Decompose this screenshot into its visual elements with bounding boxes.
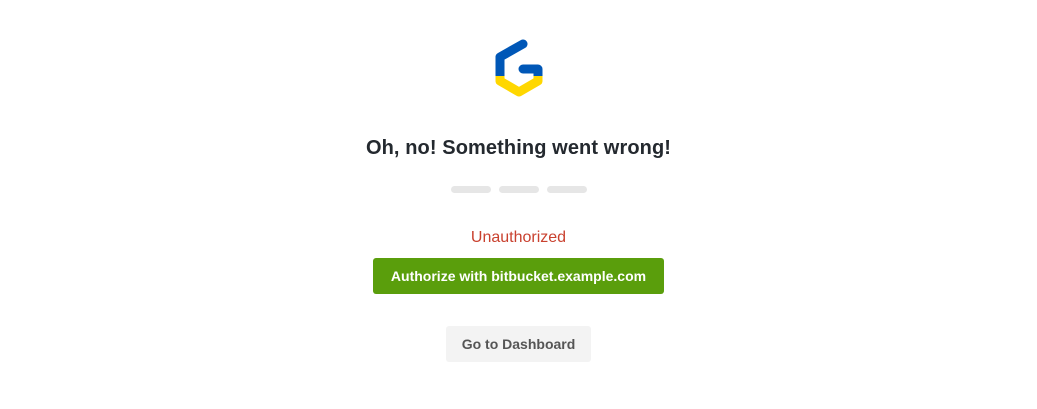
- go-to-dashboard-button[interactable]: Go to Dashboard: [446, 326, 591, 362]
- authorize-button[interactable]: Authorize with bitbucket.example.com: [373, 258, 664, 294]
- error-message: Unauthorized: [470, 229, 567, 246]
- page-title: Oh, no! Something went wrong!: [365, 137, 672, 159]
- loading-placeholders: [451, 186, 587, 193]
- placeholder-bar: [547, 186, 587, 193]
- placeholder-bar: [499, 186, 539, 193]
- placeholder-bar: [451, 186, 491, 193]
- error-page: Oh, no! Something went wrong! Unauthoriz…: [0, 0, 1037, 409]
- gitpod-logo-icon: [495, 39, 543, 97]
